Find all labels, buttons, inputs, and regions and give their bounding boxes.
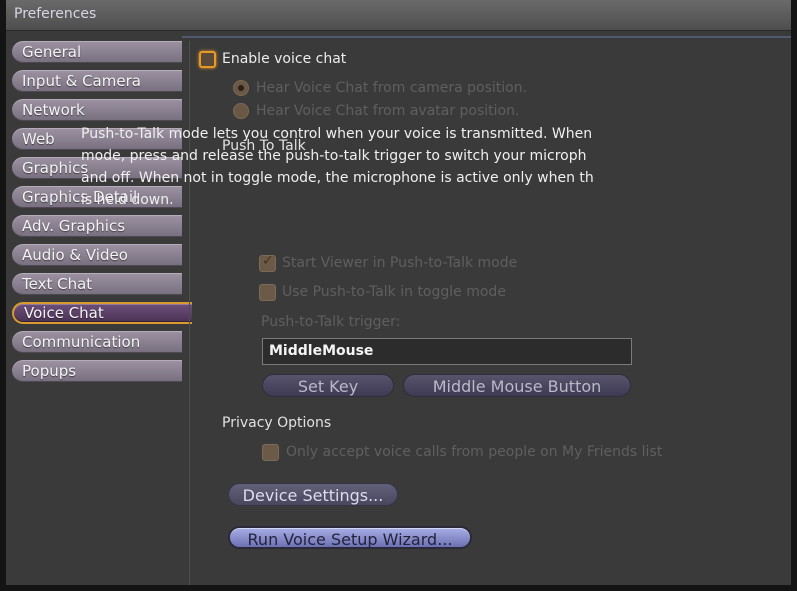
hear-avatar-label: Hear Voice Chat from avatar position. [256,103,520,119]
enable-voice-checkbox[interactable] [199,51,216,68]
description-line: mode, press and release the push-to-talk… [81,148,587,164]
device-settings-button[interactable]: Device Settings... [228,483,398,506]
ptt-trigger-label: Push-to-Talk trigger: [261,314,401,330]
description-line: and off. When not in toggle mode, the mi… [81,170,594,186]
start-ptt-checkbox[interactable]: ✓ [259,253,276,272]
enable-voice-label: Enable voice chat [222,51,347,67]
description-line: Push-to-Talk mode lets you control when … [81,126,593,142]
privacy-options-heading: Privacy Options [222,415,332,431]
hear-camera-label: Hear Voice Chat from camera position. [256,80,528,96]
friends-only-checkbox[interactable] [262,444,279,461]
sidebar-item-popups[interactable]: Popups [12,360,182,382]
preferences-window: Preferences General Input & Camera Netwo… [0,0,797,591]
toggle-ptt-label: Use Push-to-Talk in toggle mode [282,284,506,300]
sidebar-item-audio-video[interactable]: Audio & Video [12,244,182,266]
check-icon: ✓ [262,253,274,269]
sidebar-item-communication[interactable]: Communication [12,331,182,353]
sidebar-item-network[interactable]: Network [12,99,182,121]
set-key-button[interactable]: Set Key [262,374,394,397]
run-voice-setup-wizard-button[interactable]: Run Voice Setup Wizard... [228,526,472,549]
hear-camera-radio[interactable] [233,80,249,96]
push-to-talk-description: Push-to-Talk mode lets you control when … [81,123,621,211]
friends-only-label: Only accept voice calls from people on M… [286,444,663,460]
description-line: is held down. [81,192,174,208]
sidebar-item-input-camera[interactable]: Input & Camera [12,70,182,92]
sidebar-item-adv-graphics[interactable]: Adv. Graphics [12,215,182,237]
title-bar[interactable]: Preferences [6,0,791,31]
ptt-trigger-input[interactable]: MiddleMouse [262,338,632,365]
window-title: Preferences [14,6,97,22]
middle-mouse-button[interactable]: Middle Mouse Button [403,374,631,397]
hear-avatar-radio[interactable] [233,103,249,119]
sidebar: General Input & Camera Network Web Graph… [12,41,192,386]
panel-top-border [182,36,791,38]
start-ptt-label: Start Viewer in Push-to-Talk mode [282,255,518,271]
toggle-ptt-checkbox[interactable] [259,284,276,301]
sidebar-item-text-chat[interactable]: Text Chat [12,273,182,295]
sidebar-item-general[interactable]: General [12,41,182,63]
sidebar-item-voice-chat[interactable]: Voice Chat [12,302,192,324]
